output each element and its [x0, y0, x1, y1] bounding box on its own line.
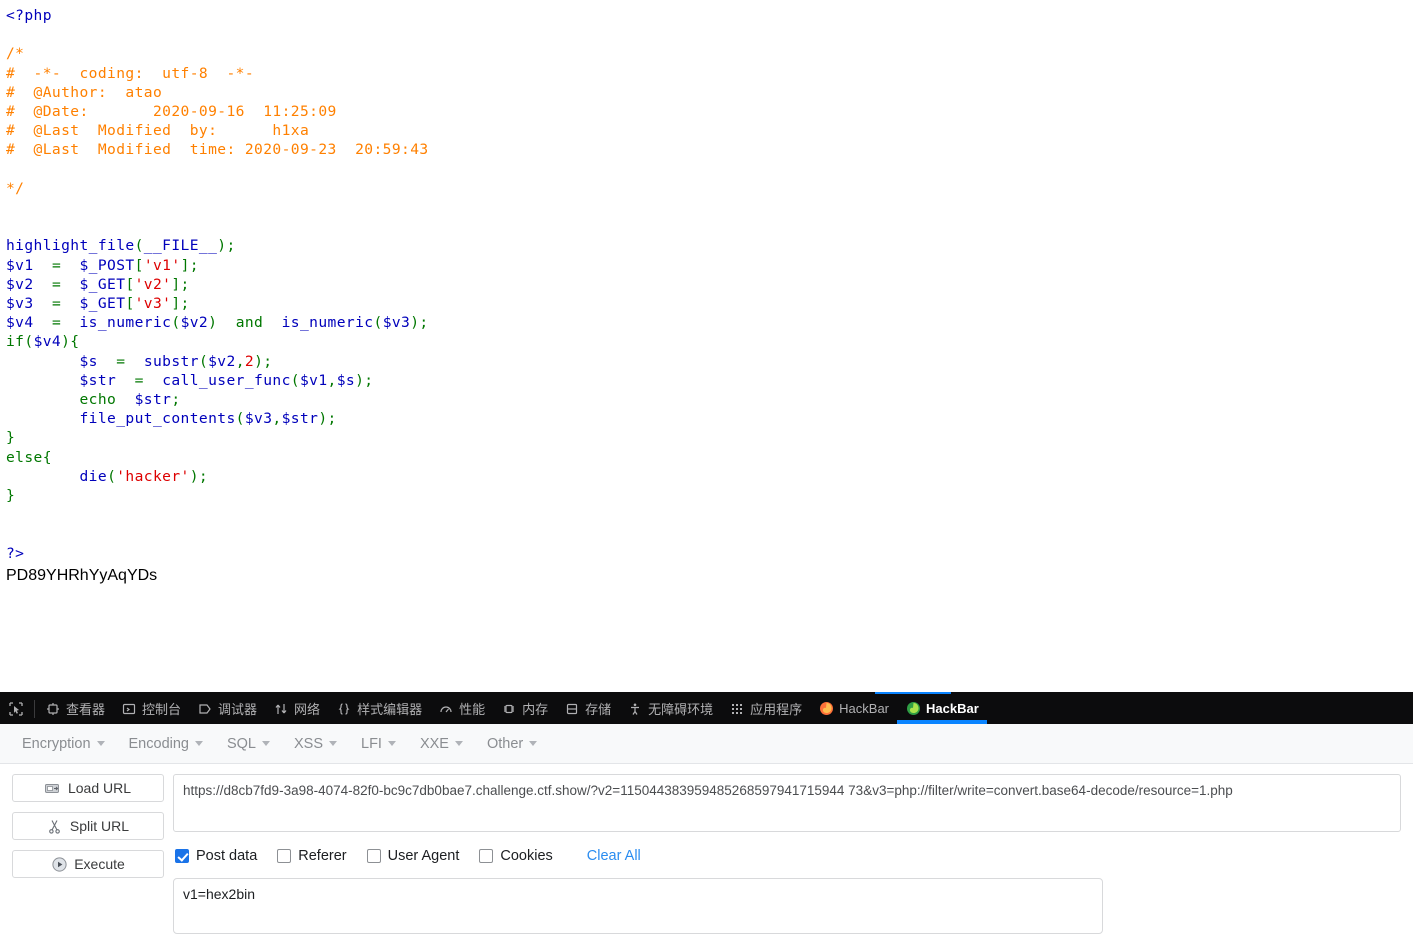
load-url-button[interactable]: Load URL	[12, 774, 164, 802]
php-open-tag: <?php	[6, 7, 52, 24]
devtools-tab-performance[interactable]: 性能	[430, 693, 493, 724]
devtools-tab-label: HackBar	[926, 701, 979, 716]
option-label: Referer	[298, 848, 346, 864]
devtools-tab-label: 查看器	[66, 699, 105, 718]
clear-all-link[interactable]: Clear All	[587, 848, 641, 864]
hackbar-menu-encoding[interactable]: Encoding	[119, 731, 213, 757]
hackbar-icon	[905, 701, 921, 717]
hackbar-action-buttons: Load URL Split URL Execu	[12, 774, 164, 934]
option-user-agent[interactable]: User Agent	[367, 848, 460, 864]
chevron-down-icon	[97, 741, 105, 746]
referer-checkbox[interactable]	[277, 849, 291, 863]
devtools-tab-hackbar-2[interactable]: HackBar	[897, 693, 987, 724]
chevron-down-icon	[262, 741, 270, 746]
option-label: Post data	[196, 848, 257, 864]
debugger-icon	[197, 701, 213, 717]
hackbar-panel: Encryption Encoding SQL XSS LFI XXE Othe…	[0, 724, 1413, 941]
hackbar-menubar: Encryption Encoding SQL XSS LFI XXE Othe…	[0, 724, 1413, 764]
option-cookies[interactable]: Cookies	[479, 848, 552, 864]
devtools-tab-hackbar-1[interactable]: HackBar	[810, 693, 897, 724]
split-url-button[interactable]: Split URL	[12, 812, 164, 840]
devtools-tab-label: 样式编辑器	[357, 699, 422, 718]
php-source-output: <?php /* # -*- coding: utf-8 -*- # @Auth…	[0, 0, 1413, 678]
php-comment-block: /* # -*- coding: utf-8 -*- # @Author: at…	[6, 45, 429, 196]
execute-icon	[51, 856, 67, 872]
hackbar-body: Load URL Split URL Execu	[0, 764, 1413, 934]
devtools-tab-style-editor[interactable]: 样式编辑器	[328, 693, 430, 724]
devtools-tab-memory[interactable]: 内存	[493, 693, 556, 724]
devtools-tab-accessibility[interactable]: 无障碍环境	[619, 693, 721, 724]
devtools-tab-label: 控制台	[142, 699, 181, 718]
option-label: Cookies	[500, 848, 552, 864]
devtools-tab-label: 网络	[294, 699, 320, 718]
devtools-tab-network[interactable]: 网络	[265, 693, 328, 724]
execute-button[interactable]: Execute	[12, 850, 164, 878]
hackbar-menu-encryption[interactable]: Encryption	[12, 731, 115, 757]
menu-label: Encryption	[22, 736, 91, 752]
menu-label: Other	[487, 736, 523, 752]
chevron-down-icon	[388, 741, 396, 746]
option-post-data[interactable]: Post data	[175, 848, 257, 864]
storage-icon	[564, 701, 580, 717]
menu-label: LFI	[361, 736, 382, 752]
memory-icon	[501, 701, 517, 717]
style-editor-icon	[336, 701, 352, 717]
devtools-tab-label: HackBar	[839, 701, 889, 716]
hackbar-options-row: Post data Referer User Agent Cookies Cle…	[173, 845, 1401, 867]
post-data-checkbox[interactable]	[175, 849, 189, 863]
chevron-down-icon	[329, 741, 337, 746]
button-label: Split URL	[70, 818, 129, 834]
menu-label: XXE	[420, 736, 449, 752]
option-referer[interactable]: Referer	[277, 848, 346, 864]
post-data-input[interactable]	[173, 878, 1103, 934]
devtools-tab-label: 应用程序	[750, 699, 802, 718]
menu-label: XSS	[294, 736, 323, 752]
devtools-tab-label: 无障碍环境	[648, 699, 713, 718]
chevron-down-icon	[455, 741, 463, 746]
option-label: User Agent	[388, 848, 460, 864]
active-tab-underline	[875, 692, 951, 694]
devtools-tab-label: 性能	[459, 699, 485, 718]
toolbar-divider	[34, 700, 35, 718]
php-code-block: <?php /* # -*- coding: utf-8 -*- # @Auth…	[6, 6, 1413, 563]
hackbar-menu-xss[interactable]: XSS	[284, 731, 347, 757]
devtools-tab-label: 调试器	[218, 699, 257, 718]
menu-label: Encoding	[129, 736, 189, 752]
load-url-icon	[45, 780, 61, 796]
element-picker-icon[interactable]	[0, 693, 32, 725]
devtools-tab-debugger[interactable]: 调试器	[189, 693, 265, 724]
button-label: Load URL	[68, 780, 131, 796]
devtools-tab-console[interactable]: 控制台	[113, 693, 189, 724]
devtools-tab-label: 存储	[585, 699, 611, 718]
application-icon	[729, 701, 745, 717]
url-input[interactable]	[173, 774, 1401, 832]
performance-icon	[438, 701, 454, 717]
hackbar-inputs: Post data Referer User Agent Cookies Cle…	[164, 774, 1401, 934]
chevron-down-icon	[529, 741, 537, 746]
devtools-tab-application[interactable]: 应用程序	[721, 693, 810, 724]
console-icon	[121, 701, 137, 717]
devtools-tab-inspector[interactable]: 查看器	[37, 693, 113, 724]
devtools-tab-label: 内存	[522, 699, 548, 718]
inspector-icon	[45, 701, 61, 717]
split-url-icon	[47, 818, 63, 834]
chevron-down-icon	[195, 741, 203, 746]
devtools-toolbar: 查看器 控制台 调试器 网络 样式编辑器	[0, 692, 1413, 724]
php-close-tag: ?>	[6, 545, 24, 562]
user-agent-checkbox[interactable]	[367, 849, 381, 863]
firefox-icon	[818, 701, 834, 717]
hackbar-menu-xxe[interactable]: XXE	[410, 731, 473, 757]
devtools-tab-storage[interactable]: 存储	[556, 693, 619, 724]
hackbar-menu-other[interactable]: Other	[477, 731, 547, 757]
accessibility-icon	[627, 701, 643, 717]
network-icon	[273, 701, 289, 717]
button-label: Execute	[74, 856, 125, 872]
cookies-checkbox[interactable]	[479, 849, 493, 863]
menu-label: SQL	[227, 736, 256, 752]
hackbar-menu-sql[interactable]: SQL	[217, 731, 280, 757]
hackbar-menu-lfi[interactable]: LFI	[351, 731, 406, 757]
base64-output-text: PD89YHRhYyAqYDs	[6, 563, 1413, 585]
